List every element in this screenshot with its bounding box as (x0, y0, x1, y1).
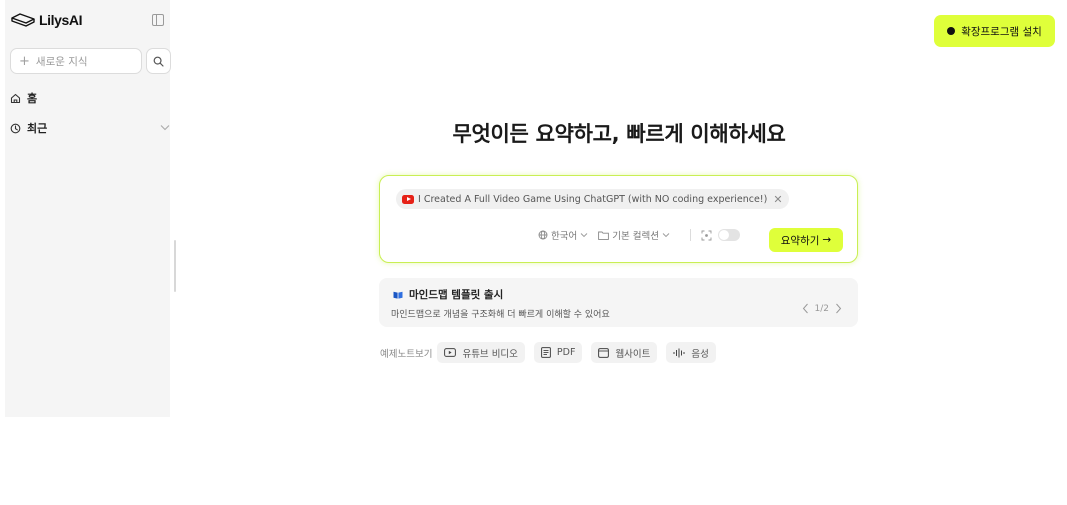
page-title: 무엇이든 요약하고, 빠르게 이해하세요 (452, 122, 786, 146)
install-extension-button[interactable]: 확장프로그램 설치 (934, 15, 1055, 47)
new-note-button[interactable]: + 새로운 지식 (10, 48, 142, 74)
divider (689, 229, 691, 241)
announcement-description: 마인드맵으로 개념을 구조화해 더 빠르게 이해할 수 있어요 (391, 310, 610, 320)
close-icon[interactable]: ✕ (773, 193, 782, 206)
announcement-title-text: 마인드맵 템플릿 출시 (409, 289, 504, 301)
chevron-right-icon[interactable] (835, 303, 842, 314)
language-label: 한국어 (551, 231, 578, 242)
install-extension-label: 확장프로그램 설치 (961, 25, 1042, 38)
example-chip-label: 유튜브 비디오 (462, 348, 518, 360)
chevron-down-icon (580, 233, 588, 238)
browser-icon (598, 347, 610, 358)
book-icon (393, 291, 403, 299)
sidebar: LilysAI + 새로운 지식 홈 최근 (5, 0, 171, 417)
example-notes-label: 예제노트보기 (380, 348, 433, 360)
folder-icon (598, 231, 610, 240)
extension-icon (947, 27, 956, 35)
example-chip-label: 웹사이트 (615, 348, 651, 360)
sidebar-collapse-icon[interactable] (152, 14, 164, 26)
search-button[interactable] (146, 48, 171, 74)
audio-wave-icon (673, 348, 685, 357)
youtube-icon (402, 194, 414, 204)
logo-mark-icon (11, 13, 35, 27)
home-icon (10, 93, 21, 103)
video-icon (444, 348, 457, 357)
video-source-chip[interactable]: I Created A Full Video Game Using ChatGP… (396, 189, 789, 209)
summarize-label: 요약하기 (780, 234, 820, 247)
announcement-title: 마인드맵 템플릿 출시 (393, 287, 503, 302)
chevron-down-icon[interactable] (160, 124, 170, 131)
sidebar-item-recent[interactable]: 최근 (10, 120, 47, 136)
example-pdf-button[interactable]: PDF (533, 342, 583, 363)
pager-count: 1/2 (814, 303, 829, 314)
sidebar-item-label: 홈 (27, 92, 38, 105)
arrow-right-icon: → (822, 234, 832, 246)
chevron-left-icon[interactable] (802, 303, 809, 314)
globe-icon (538, 230, 548, 240)
sidebar-item-label: 최근 (27, 122, 48, 135)
input-controls: 한국어 기본 컬렉션 (538, 228, 740, 242)
example-notes: 예제노트보기 유튜브 비디오 PDF 웹사이트 음성 (380, 342, 725, 363)
search-icon (153, 56, 164, 67)
example-website-button[interactable]: 웹사이트 (591, 342, 658, 363)
chevron-down-icon (662, 233, 670, 238)
plus-icon: + (19, 53, 30, 69)
collection-select[interactable]: 기본 컬렉션 (598, 228, 670, 242)
announcement-pager: 1/2 (802, 303, 842, 314)
example-youtube-button[interactable]: 유튜브 비디오 (437, 342, 525, 363)
summary-input-card[interactable]: I Created A Full Video Game Using ChatGP… (379, 175, 858, 263)
document-icon (541, 347, 551, 358)
language-select[interactable]: 한국어 (538, 228, 588, 242)
capture-toggle[interactable] (717, 229, 740, 241)
example-audio-button[interactable]: 음성 (666, 342, 716, 363)
example-chip-label: PDF (556, 347, 576, 358)
example-chip-label: 음성 (691, 348, 709, 360)
clock-icon (10, 123, 21, 133)
logo-text: LilysAI (39, 12, 83, 28)
announcement-banner[interactable]: 마인드맵 템플릿 출시 마인드맵으로 개념을 구조화해 더 빠르게 이해할 수 … (379, 278, 858, 327)
logo[interactable]: LilysAI (11, 12, 83, 28)
summarize-button[interactable]: 요약하기 → (769, 228, 843, 252)
sidebar-item-home[interactable]: 홈 (10, 90, 37, 106)
new-note-label: 새로운 지식 (35, 55, 88, 68)
collection-label: 기본 컬렉션 (612, 231, 659, 242)
screen-capture-icon[interactable] (701, 230, 712, 241)
sidebar-scrollbar[interactable] (174, 240, 176, 292)
video-chip-title: I Created A Full Video Game Using ChatGP… (418, 193, 768, 205)
